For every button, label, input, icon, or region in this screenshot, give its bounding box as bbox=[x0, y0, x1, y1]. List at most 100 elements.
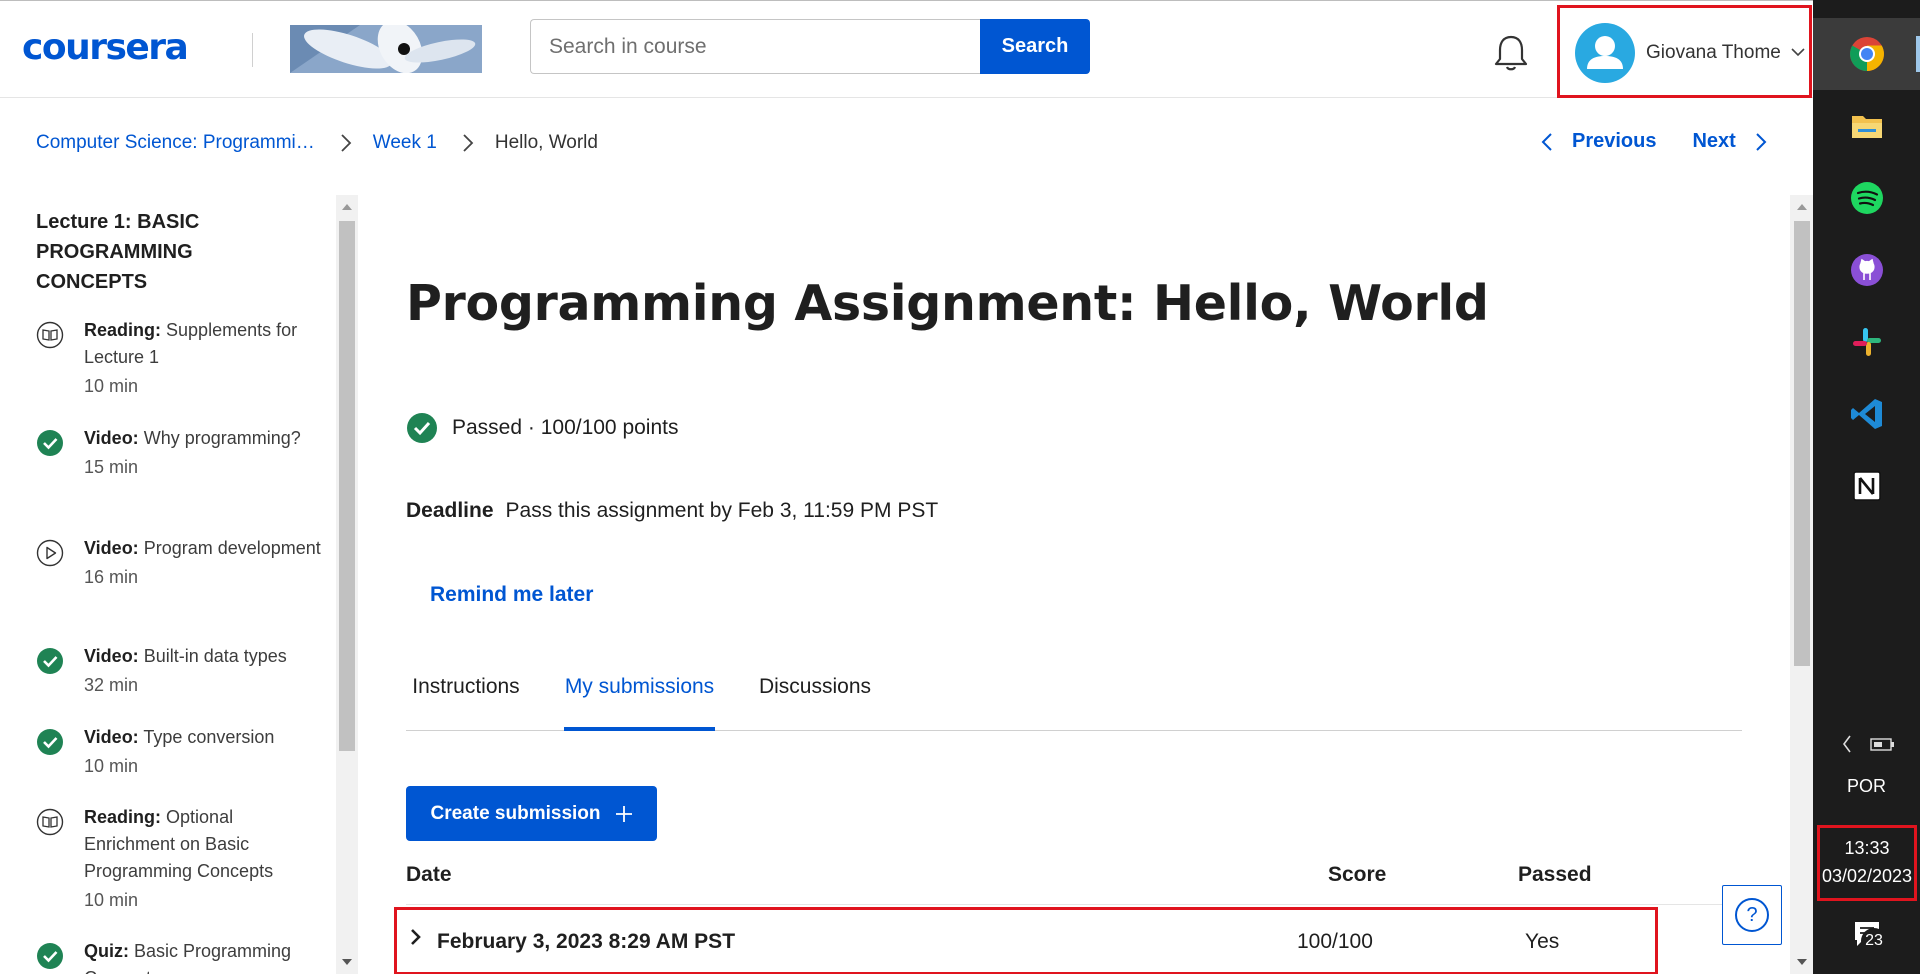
reading-icon bbox=[36, 321, 64, 349]
github-icon bbox=[1850, 254, 1883, 286]
scroll-up-icon[interactable] bbox=[341, 203, 353, 211]
chevron-down-icon bbox=[1791, 48, 1805, 57]
breadcrumb-course[interactable]: Computer Science: Programmi… bbox=[36, 132, 315, 154]
completed-check-icon bbox=[37, 648, 63, 674]
item-type: Quiz: bbox=[84, 941, 129, 961]
header-divider bbox=[252, 33, 253, 67]
play-icon bbox=[36, 539, 64, 567]
search-input[interactable] bbox=[530, 19, 980, 74]
notification-count-badge: 23 bbox=[1861, 928, 1887, 954]
item-duration: 10 min bbox=[84, 376, 139, 396]
taskbar-vscode[interactable] bbox=[1813, 378, 1920, 450]
user-menu[interactable]: Giovana Thome bbox=[1557, 5, 1812, 98]
chevron-right-icon[interactable] bbox=[1754, 131, 1768, 153]
user-name: Giovana Thome bbox=[1646, 42, 1781, 63]
item-type: Video: bbox=[84, 538, 139, 558]
tab-instructions[interactable]: Instructions bbox=[406, 661, 526, 731]
deadline: Deadline Pass this assignment by Feb 3, 1… bbox=[406, 499, 938, 523]
chevron-left-icon bbox=[1843, 735, 1851, 753]
chevron-left-icon[interactable] bbox=[1540, 131, 1554, 153]
table-row[interactable]: February 3, 2023 8:29 AM PST 100/100 Yes bbox=[394, 907, 1658, 974]
previous-button[interactable]: Previous bbox=[1572, 130, 1656, 153]
breadcrumb-week[interactable]: Week 1 bbox=[373, 132, 437, 154]
create-submission-label: Create submission bbox=[430, 802, 601, 824]
submission-date: February 3, 2023 8:29 AM PST bbox=[437, 930, 736, 953]
taskbar-clock[interactable]: 13:33 03/02/2023 bbox=[1817, 825, 1917, 901]
top-header: coursera Search Giovana Thome bbox=[0, 0, 1813, 98]
search-button[interactable]: Search bbox=[980, 19, 1090, 74]
vscode-icon bbox=[1850, 399, 1882, 429]
help-icon: ? bbox=[1735, 898, 1769, 932]
active-app-indicator bbox=[1916, 36, 1920, 72]
column-header-date: Date bbox=[406, 863, 452, 886]
notifications-bell-icon[interactable] bbox=[1492, 33, 1530, 73]
status-badge: Passed · 100/100 points bbox=[406, 412, 679, 444]
main-scroll-thumb[interactable] bbox=[1794, 221, 1810, 666]
clock-date: 03/02/2023 bbox=[1821, 866, 1913, 886]
item-name: Program development bbox=[143, 538, 321, 558]
item-type: Reading: bbox=[84, 807, 162, 827]
create-submission-button[interactable]: Create submission bbox=[406, 786, 657, 841]
taskbar-spotify[interactable] bbox=[1813, 162, 1920, 234]
input-language[interactable]: POR bbox=[1813, 776, 1920, 797]
system-tray-icons[interactable] bbox=[1835, 732, 1905, 756]
completed-check-icon bbox=[37, 729, 63, 755]
table-divider bbox=[406, 904, 1742, 905]
taskbar-github[interactable] bbox=[1813, 234, 1920, 306]
item-duration: 10 min bbox=[84, 890, 139, 910]
item-pager: Previous Next bbox=[1540, 130, 1768, 153]
taskbar-slack[interactable] bbox=[1813, 306, 1920, 378]
notion-icon bbox=[1852, 471, 1881, 501]
item-name: Why programming? bbox=[143, 428, 301, 448]
completed-check-icon bbox=[37, 943, 63, 969]
course-thumbnail[interactable] bbox=[290, 25, 482, 73]
windows-taskbar: POR 13:33 03/02/2023 23 bbox=[1813, 0, 1920, 974]
item-duration: 32 min bbox=[84, 675, 139, 695]
expand-chevron-icon[interactable] bbox=[409, 926, 423, 948]
sidebar-scroll-thumb[interactable] bbox=[339, 221, 355, 751]
item-type: Video: bbox=[84, 727, 139, 747]
item-name: Type conversion bbox=[143, 727, 275, 747]
main-scrollbar[interactable] bbox=[1790, 195, 1813, 974]
sidebar-scrollbar[interactable] bbox=[336, 195, 358, 974]
deadline-text: Pass this assignment by Feb 3, 11:59 PM … bbox=[505, 499, 939, 522]
lecture-title: Lecture 1: BASIC PROGRAMMING CONCEPTS bbox=[36, 211, 200, 293]
breadcrumb: Computer Science: Programmi… Week 1 Hell… bbox=[36, 129, 598, 157]
submission-score: 100/100 bbox=[1297, 930, 1373, 953]
scroll-down-icon[interactable] bbox=[1796, 958, 1808, 966]
file-explorer-icon bbox=[1851, 116, 1882, 138]
scroll-down-icon[interactable] bbox=[341, 958, 353, 966]
next-button[interactable]: Next bbox=[1692, 130, 1735, 153]
scroll-up-icon[interactable] bbox=[1796, 203, 1808, 211]
status-text: Passed · 100/100 points bbox=[452, 416, 679, 439]
chrome-icon bbox=[1849, 37, 1884, 71]
taskbar-chrome[interactable] bbox=[1813, 18, 1920, 90]
assignment-tabs: Instructions My submissions Discussions bbox=[406, 661, 1742, 731]
item-duration: 15 min bbox=[84, 457, 139, 477]
passed-check-icon bbox=[407, 413, 437, 443]
page-title: Programming Assignment: Hello, World bbox=[406, 275, 1489, 332]
taskbar-file-explorer[interactable] bbox=[1813, 90, 1920, 162]
tab-my-submissions[interactable]: My submissions bbox=[564, 661, 715, 731]
remind-me-later-button[interactable]: Remind me later bbox=[430, 583, 593, 607]
clock-time: 13:33 bbox=[1844, 838, 1890, 858]
course-sidebar: Lecture 1: BASIC PROGRAMMING CONCEPTS Re… bbox=[0, 195, 358, 974]
coursera-logo[interactable]: coursera bbox=[22, 27, 189, 68]
item-type: Video: bbox=[84, 428, 139, 448]
reading-icon bbox=[36, 808, 64, 836]
slack-icon bbox=[1852, 328, 1881, 356]
completed-check-icon bbox=[37, 430, 63, 456]
tab-discussions[interactable]: Discussions bbox=[752, 661, 878, 731]
chevron-right-icon bbox=[341, 134, 352, 152]
submission-passed: Yes bbox=[1525, 930, 1560, 953]
item-duration: 10 min bbox=[84, 756, 139, 776]
avatar bbox=[1575, 23, 1635, 83]
deadline-label: Deadline bbox=[406, 499, 494, 522]
column-header-passed: Passed bbox=[1518, 863, 1592, 886]
assignment-main: Programming Assignment: Hello, World Pas… bbox=[358, 195, 1813, 974]
course-search: Search bbox=[530, 19, 1090, 74]
help-button[interactable]: ? bbox=[1722, 885, 1782, 945]
item-duration: 16 min bbox=[84, 567, 139, 587]
taskbar-notion[interactable] bbox=[1813, 450, 1920, 522]
item-type: Video: bbox=[84, 646, 139, 666]
